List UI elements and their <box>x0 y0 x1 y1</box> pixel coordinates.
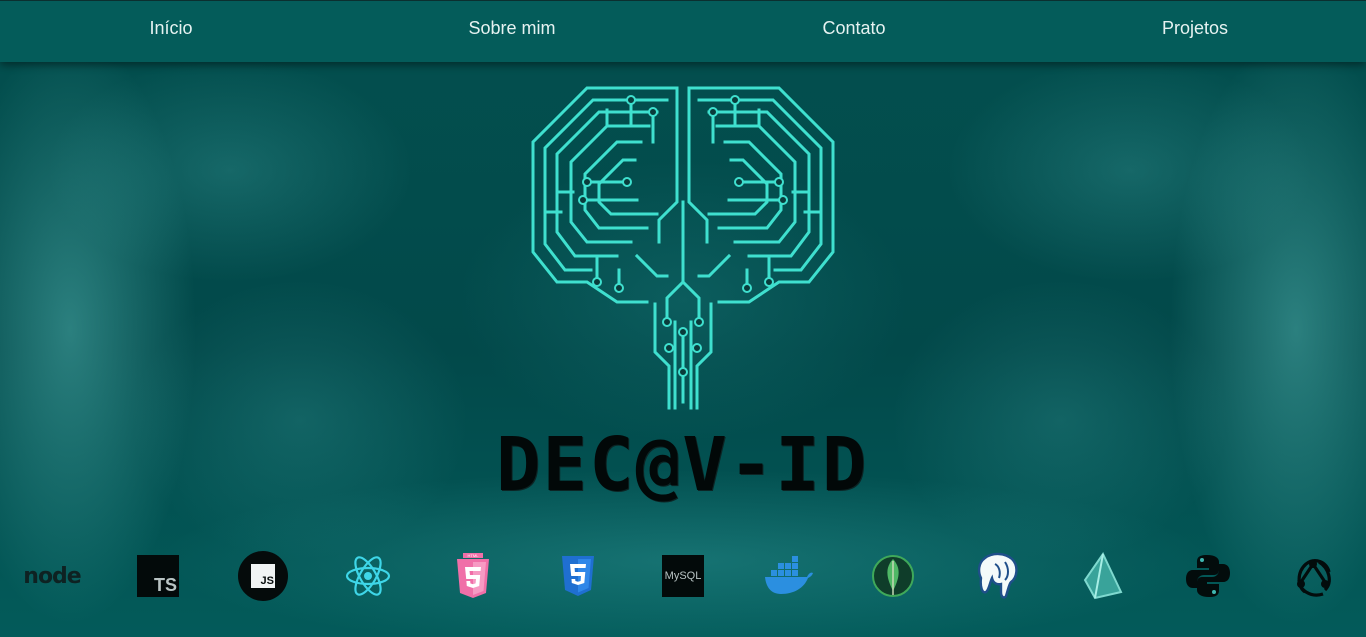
mysql-icon: MySQL <box>657 550 709 602</box>
top-navbar: Início Sobre mim Contato Projetos <box>0 0 1366 62</box>
html5-icon: HTML <box>447 550 499 602</box>
redux-icon <box>1287 550 1339 602</box>
prisma-icon <box>1077 550 1129 602</box>
mongodb-icon <box>867 550 919 602</box>
circuit-brain-logo <box>531 86 835 410</box>
css3-icon <box>552 550 604 602</box>
nodejs-icon: node <box>23 563 81 589</box>
nav-link-sobre-mim[interactable]: Sobre mim <box>468 18 555 39</box>
python-icon <box>1182 550 1234 602</box>
svg-text:HTML: HTML <box>468 553 480 558</box>
typescript-icon: TS <box>132 550 184 602</box>
nav-link-projetos[interactable]: Projetos <box>1162 18 1228 39</box>
nav-link-contato[interactable]: Contato <box>822 18 885 39</box>
docker-icon <box>762 550 814 602</box>
nav-link-inicio[interactable]: Início <box>149 18 192 39</box>
react-icon <box>342 550 394 602</box>
postgresql-icon <box>972 550 1024 602</box>
javascript-icon: JS <box>237 550 289 602</box>
devid-logo-text: DEC@V-ID <box>496 422 869 508</box>
